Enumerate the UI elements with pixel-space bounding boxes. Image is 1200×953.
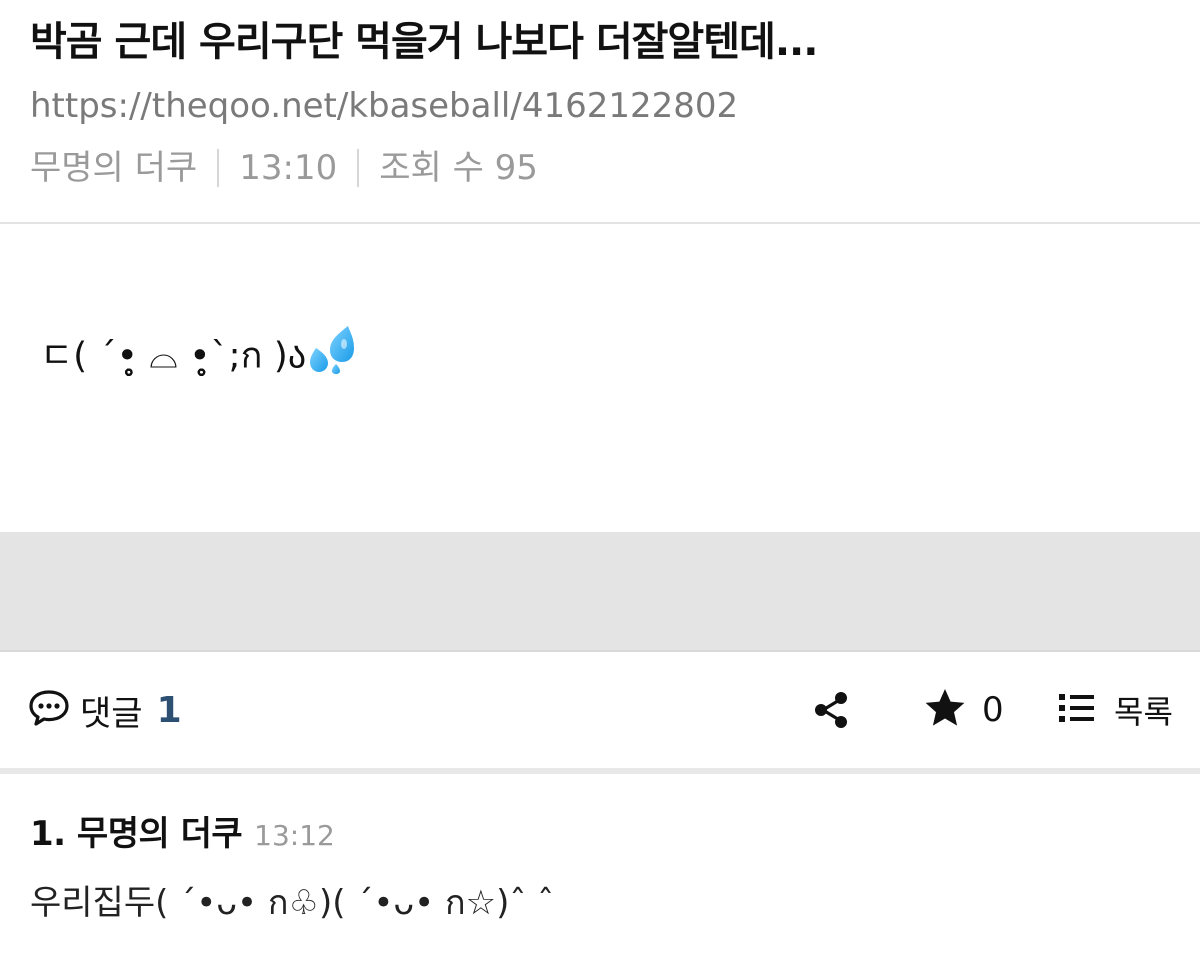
comment-text: 우리집두( ˊ•ᴗ• ก♧)( ˊ•ᴗ• ก☆)ˆ ˆ xyxy=(30,883,555,923)
list-button[interactable]: 목록 xyxy=(1058,688,1173,732)
post-page: 박곰 근데 우리구단 먹을거 나보다 더잘알텐데... https://theq… xyxy=(0,0,1200,953)
speech-bubble-icon xyxy=(28,689,70,731)
comments-button[interactable]: 댓글 1 xyxy=(28,682,182,738)
comment-author[interactable]: 1. 무명의 더쿠 xyxy=(30,806,243,855)
post-author: 무명의 더쿠 xyxy=(30,148,198,188)
post-views: 조회 수 95 xyxy=(379,148,538,188)
post-time: 13:10 xyxy=(239,148,338,188)
comments-label: 댓글 xyxy=(80,693,143,734)
post-title: 박곰 근데 우리구단 먹을거 나보다 더잘알텐데... xyxy=(30,19,818,65)
post-header: 박곰 근데 우리구단 먹을거 나보다 더잘알텐데... https://theq… xyxy=(0,0,1200,222)
comment-time: 13:12 xyxy=(254,819,335,852)
sweat-droplets-icon xyxy=(308,324,356,391)
comment-item: 1. 무명의 더쿠 13:12 우리집두( ˊ•ᴗ• ก♧)( ˊ•ᴗ• ก☆)… xyxy=(30,806,1170,927)
share-icon xyxy=(812,692,852,734)
favorite-button[interactable]: 0 xyxy=(924,688,1004,732)
post-action-bar: 댓글 1 0 목록 xyxy=(0,652,1200,768)
post-body-text: ㄷ( ˊ•̥̥̥̥̥ ⌓ •̥̥̥̥̥ˋ;ก )ა xyxy=(40,324,356,391)
meta-divider xyxy=(217,149,220,187)
meta-divider xyxy=(357,149,360,187)
star-icon xyxy=(924,688,966,732)
share-button[interactable] xyxy=(812,690,852,730)
favorite-count: 0 xyxy=(982,690,1004,730)
list-label: 목록 xyxy=(1114,693,1173,731)
post-meta: 무명의 더쿠 13:10 조회 수 95 xyxy=(30,146,538,190)
comments-divider xyxy=(0,768,1200,774)
ad-placeholder-band xyxy=(0,532,1200,650)
list-icon xyxy=(1058,692,1096,728)
post-url[interactable]: https://theqoo.net/kbaseball/4162122802 xyxy=(30,84,738,128)
comments-count: 1 xyxy=(156,689,182,731)
post-body: ㄷ( ˊ•̥̥̥̥̥ ⌓ •̥̥̥̥̥ˋ;ก )ა xyxy=(0,224,1200,532)
post-emoticon: ㄷ( ˊ•̥̥̥̥̥ ⌓ •̥̥̥̥̥ˋ;ก )ა xyxy=(40,335,307,377)
comment-header: 1. 무명의 더쿠 13:12 xyxy=(30,806,1170,855)
